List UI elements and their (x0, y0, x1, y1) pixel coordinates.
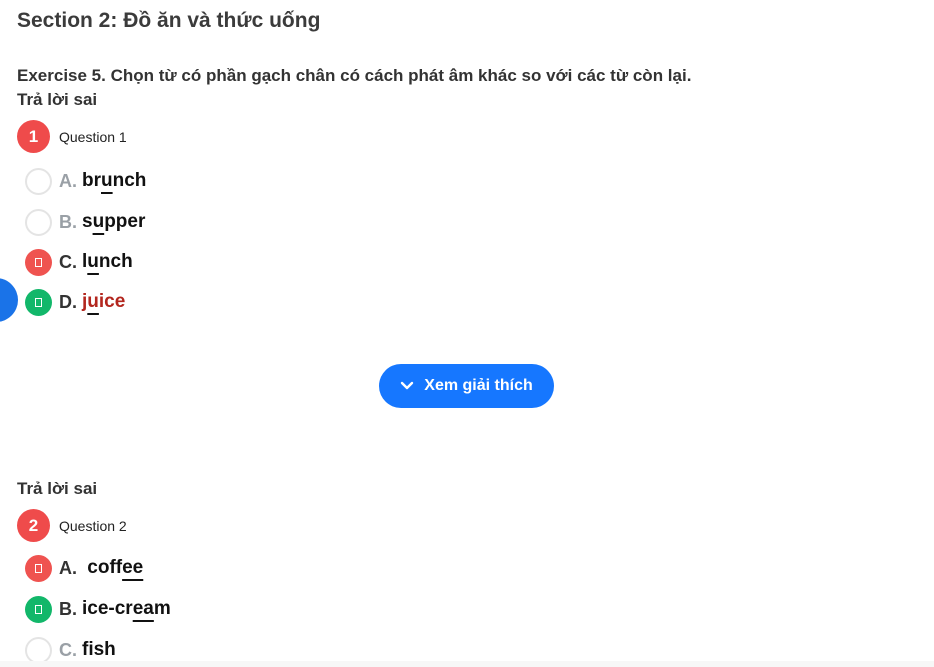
answer-result-label: Trả lời sai (17, 90, 98, 109)
option-letter: B. (59, 211, 77, 232)
show-explanation-label: Xem giải thích (424, 377, 533, 394)
question-header: 1 Question 1 (17, 120, 127, 153)
option-word: lunch (82, 251, 133, 272)
section-title: Section 2: Đồ ăn và thức uống (17, 9, 321, 32)
underlined-part: ea (132, 598, 154, 619)
bottom-edge (0, 661, 934, 667)
chevron-down-icon (401, 381, 414, 390)
quiz-page: Section 2: Đồ ăn và thức uống Exercise 5… (0, 0, 934, 667)
radio-unselected-icon[interactable] (25, 167, 52, 195)
side-drawer-toggle[interactable] (0, 278, 18, 322)
option-word: supper (82, 211, 146, 232)
option-word: juice (82, 291, 126, 312)
question-number-badge: 2 (17, 509, 50, 542)
question-label: Question 2 (59, 517, 127, 534)
correct-answer-icon[interactable] (25, 595, 52, 623)
wrong-answer-icon[interactable] (25, 248, 52, 276)
option-word: coffee (82, 557, 144, 578)
option-d[interactable]: D. juice (25, 287, 125, 317)
option-b[interactable]: B. ice-cream (25, 594, 171, 624)
option-letter: D. (59, 291, 77, 312)
answer-result-label: Trả lời sai (17, 479, 98, 498)
option-a[interactable]: A. coffee (25, 553, 143, 583)
option-word: ice-cream (82, 598, 171, 619)
question-label: Question 1 (59, 128, 127, 145)
option-c[interactable]: C. lunch (25, 247, 133, 277)
question-number-badge: 1 (17, 120, 50, 153)
option-word: fish (82, 639, 116, 660)
show-explanation-button[interactable]: Xem giải thích (379, 364, 554, 408)
question-header: 2 Question 2 (17, 509, 127, 542)
underlined-part: u (87, 251, 99, 272)
exercise-instructions: Exercise 5. Chọn từ có phần gạch chân có… (17, 66, 692, 85)
underlined-part: u (92, 211, 105, 232)
option-b[interactable]: B. supper (25, 207, 145, 237)
option-letter: A. (59, 170, 77, 191)
option-letter: C. (59, 639, 77, 660)
underlined-part: ee (122, 557, 144, 578)
option-letter: B. (59, 598, 77, 619)
radio-unselected-icon[interactable] (25, 208, 52, 236)
option-letter: A. (59, 557, 77, 578)
underlined-part: u (101, 170, 113, 191)
underlined-part: u (87, 291, 99, 312)
radio-unselected-icon[interactable] (25, 636, 52, 664)
option-word: brunch (82, 170, 147, 191)
wrong-answer-icon[interactable] (25, 554, 52, 582)
option-a[interactable]: A. brunch (25, 166, 146, 196)
option-letter: C. (59, 251, 77, 272)
correct-answer-icon[interactable] (25, 288, 52, 316)
